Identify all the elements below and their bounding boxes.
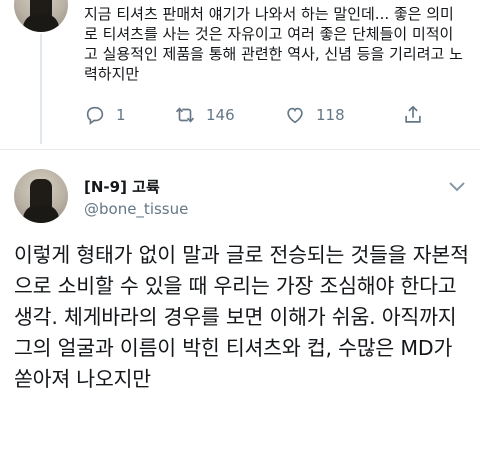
- retweet-count: 146: [206, 106, 235, 124]
- author-handle[interactable]: @bone_tissue: [84, 200, 188, 218]
- reply-tweet-text: 지금 티셔츠 판매처 얘기가 나와서 하는 말인데... 좋은 의미로 티셔츠를…: [84, 5, 463, 83]
- like-button[interactable]: 118: [284, 104, 345, 126]
- tweet-actions: 1 146 118: [84, 104, 474, 130]
- like-icon: [287, 107, 303, 124]
- main-tweet-text: 이렇게 형태가 없이 말과 글로 전승되는 것들을 자본적으로 소비할 수 있을…: [14, 243, 469, 391]
- share-icon: [405, 105, 421, 123]
- avatar[interactable]: [14, 0, 68, 32]
- author-avatar[interactable]: [14, 169, 68, 223]
- reply-icon: [86, 106, 104, 125]
- reply-count: 1: [116, 106, 126, 124]
- retweet-button[interactable]: 146: [174, 104, 235, 126]
- retweet-icon: [175, 107, 195, 123]
- thread-line: [40, 34, 42, 144]
- chevron-down-icon[interactable]: [446, 178, 468, 196]
- avatar-body: [23, 205, 59, 223]
- like-count: 118: [316, 106, 345, 124]
- tweet-divider: [0, 149, 480, 150]
- share-button[interactable]: [402, 104, 434, 126]
- author-display-name[interactable]: [N-9] 고륙: [84, 176, 160, 197]
- avatar-body: [23, 14, 59, 32]
- reply-button[interactable]: 1: [84, 104, 126, 126]
